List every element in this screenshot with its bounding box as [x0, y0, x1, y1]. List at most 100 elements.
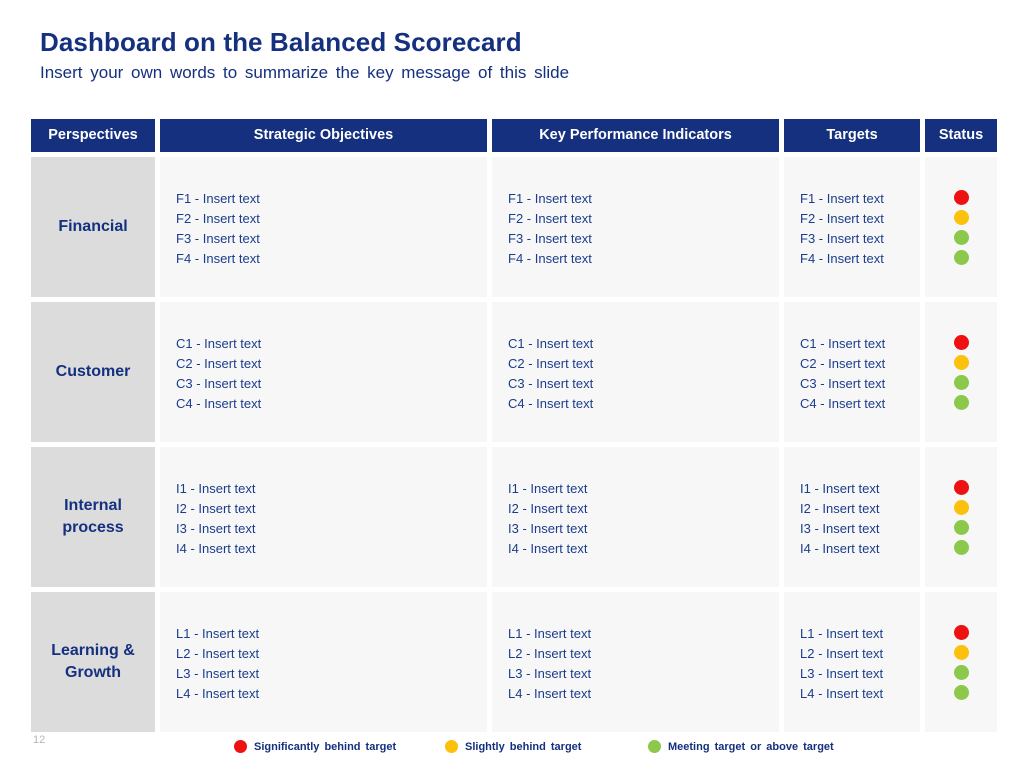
red-status-dot-icon: [953, 625, 969, 640]
text-line: I2 - Insert text: [508, 501, 588, 516]
targets-cell: I1 - Insert text I2 - Insert text I3 - Ins…: [784, 447, 920, 587]
text-line: C1 - Insert text: [508, 336, 594, 351]
text-line: L3 - Insert text: [800, 666, 884, 681]
red-status-dot-icon: [953, 190, 969, 205]
status-legend: Significantly behind target Slightly beh…: [0, 738, 1024, 760]
green-status-dot-icon: [953, 375, 969, 390]
text-line: F3 - Insert text: [508, 231, 592, 246]
status-cell: [925, 302, 997, 442]
text-line: I4 - Insert text: [508, 541, 588, 556]
green-status-dot-icon: [953, 665, 969, 680]
green-status-dot-icon: [953, 230, 969, 245]
perspective-cell: Customer: [31, 302, 155, 442]
text-line: I4 - Insert text: [800, 541, 880, 556]
text-line: C1 - Insert text: [800, 336, 886, 351]
green-status-dot-icon: [648, 740, 661, 753]
text-line: I1 - Insert text: [800, 481, 880, 496]
title-block: Dashboard on the Balanced Scorecard Inse…: [40, 26, 980, 85]
text-line: F3 - Insert text: [176, 231, 260, 246]
text-line: C3 - Insert text: [800, 376, 886, 391]
table-row: Customer C1 - Insert text C2 - Insert text…: [31, 302, 997, 442]
text-line: C3 - Insert text: [176, 376, 262, 391]
objectives-cell: F1 - Insert text F2 - Insert text F3 - Ins…: [160, 157, 487, 297]
page-number: 12: [33, 734, 46, 746]
text-line: I1 - Insert text: [176, 481, 256, 496]
text-line: L1 - Insert text: [508, 626, 592, 641]
text-line: C2 - Insert text: [176, 356, 262, 371]
perspective-cell: Internal process: [31, 447, 155, 587]
status-cell: [925, 157, 997, 297]
table-body: Financial F1 - Insert text F2 - Insert tex…: [31, 157, 997, 732]
objectives-cell: L1 - Insert text L2 - Insert text L3 - Ins…: [160, 592, 487, 732]
kpis-cell: C1 - Insert text C2 - Insert text C3 - Ins…: [492, 302, 779, 442]
amber-status-dot-icon: [953, 355, 969, 370]
kpis-cell: F1 - Insert text F2 - Insert text F3 - Ins…: [492, 157, 779, 297]
text-line: L4 - Insert text: [800, 686, 884, 701]
amber-status-dot-icon: [445, 740, 458, 753]
column-header-targets: Targets: [784, 119, 920, 152]
green-status-dot-icon: [953, 250, 969, 265]
green-status-dot-icon: [953, 540, 969, 555]
page-subtitle: Insert your own words to summarize the k…: [40, 63, 570, 82]
text-line: F3 - Insert text: [800, 231, 884, 246]
text-line: F4 - Insert text: [800, 251, 884, 266]
targets-cell: L1 - Insert text L2 - Insert text L3 - Ins…: [784, 592, 920, 732]
text-line: I3 - Insert text: [800, 521, 880, 536]
text-line: L4 - Insert text: [508, 686, 592, 701]
text-line: I3 - Insert text: [176, 521, 256, 536]
text-line: L3 - Insert text: [176, 666, 260, 681]
text-line: F2 - Insert text: [508, 211, 592, 226]
text-line: L1 - Insert text: [176, 626, 260, 641]
page-title: Dashboard on the Balanced Scorecard: [40, 27, 522, 57]
text-line: L2 - Insert text: [800, 646, 884, 661]
legend-label-red: Significantly behind target: [254, 740, 397, 753]
text-line: F2 - Insert text: [800, 211, 884, 226]
perspective-cell: Learning & Growth: [31, 592, 155, 732]
amber-status-dot-icon: [953, 500, 969, 515]
objectives-cell: C1 - Insert text C2 - Insert text C3 - Ins…: [160, 302, 487, 442]
text-line: I3 - Insert text: [508, 521, 588, 536]
text-line: F2 - Insert text: [176, 211, 260, 226]
status-cell: [925, 447, 997, 587]
text-line: F4 - Insert text: [176, 251, 260, 266]
green-status-dot-icon: [953, 520, 969, 535]
column-header-perspectives: Perspectives: [31, 119, 155, 152]
table-row: Learning & Growth L1 - Insert text L2 - In…: [31, 592, 997, 732]
table-row: Financial F1 - Insert text F2 - Insert tex…: [31, 157, 997, 297]
table-row: Internal process I1 - Insert text I2 - Ins…: [31, 447, 997, 587]
amber-status-dot-icon: [953, 210, 969, 225]
targets-cell: C1 - Insert text C2 - Insert text C3 - Ins…: [784, 302, 920, 442]
text-line: L2 - Insert text: [176, 646, 260, 661]
text-line: C4 - Insert text: [176, 396, 262, 411]
column-header-status: Status: [925, 119, 997, 152]
perspective-cell: Financial: [31, 157, 155, 297]
text-line: L3 - Insert text: [508, 666, 592, 681]
red-status-dot-icon: [953, 480, 969, 495]
legend-item-green: Meeting target or above target: [648, 740, 834, 753]
column-header-objectives: Strategic Objectives: [160, 119, 487, 152]
green-status-dot-icon: [953, 685, 969, 700]
legend-item-red: Significantly behind target: [234, 740, 396, 753]
text-line: C2 - Insert text: [800, 356, 886, 371]
scorecard-table: Perspectives Strategic Objectives Key Pe…: [31, 119, 997, 732]
text-line: I1 - Insert text: [508, 481, 588, 496]
text-line: C4 - Insert text: [800, 396, 886, 411]
targets-cell: F1 - Insert text F2 - Insert text F3 - Ins…: [784, 157, 920, 297]
amber-status-dot-icon: [953, 645, 969, 660]
text-line: F4 - Insert text: [508, 251, 592, 266]
text-line: I4 - Insert text: [176, 541, 256, 556]
text-line: C3 - Insert text: [508, 376, 594, 391]
legend-item-amber: Slightly behind target: [445, 740, 581, 753]
kpis-cell: L1 - Insert text L2 - Insert text L3 - Ins…: [492, 592, 779, 732]
text-line: C1 - Insert text: [176, 336, 262, 351]
legend-label-green: Meeting target or above target: [668, 740, 834, 753]
red-status-dot-icon: [953, 335, 969, 350]
kpis-cell: I1 - Insert text I2 - Insert text I3 - Ins…: [492, 447, 779, 587]
green-status-dot-icon: [953, 395, 969, 410]
column-header-kpis: Key Performance Indicators: [492, 119, 779, 152]
text-line: I2 - Insert text: [800, 501, 880, 516]
text-line: C4 - Insert text: [508, 396, 594, 411]
text-line: I2 - Insert text: [176, 501, 256, 516]
text-line: F1 - Insert text: [176, 191, 260, 206]
legend-label-amber: Slightly behind target: [465, 740, 582, 753]
